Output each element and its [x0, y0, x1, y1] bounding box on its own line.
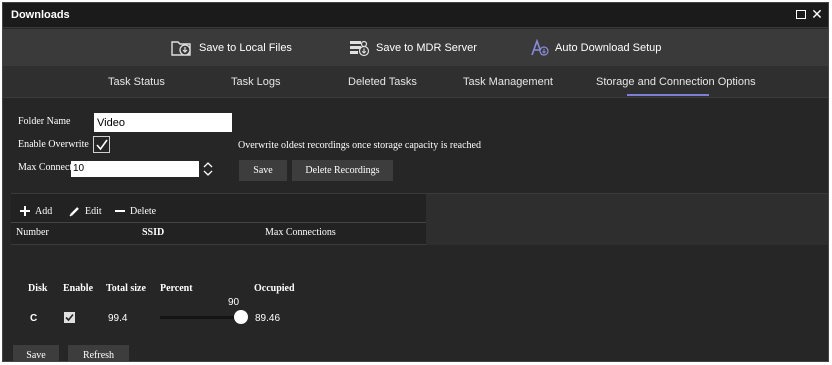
- delete-connection-button[interactable]: Delete: [114, 204, 156, 218]
- column-header-occupied: Occupied: [254, 283, 295, 294]
- add-label: Add: [35, 205, 53, 217]
- column-header-enable: Enable: [63, 283, 94, 294]
- percent-value-label: 90: [228, 297, 240, 308]
- percent-slider-track[interactable]: [160, 316, 236, 319]
- downloads-window: Downloads ✕ Save to Local Files Save to …: [2, 2, 829, 362]
- overwrite-note: Overwrite oldest recordings once storage…: [238, 140, 481, 151]
- active-tab-indicator: [627, 94, 709, 96]
- minus-icon: [115, 210, 125, 212]
- title-bar: Downloads ✕: [3, 3, 828, 28]
- connection-table-panel: [11, 193, 426, 245]
- column-header-ssid[interactable]: SSID: [142, 227, 164, 238]
- column-header-max-connections[interactable]: Max Connections: [265, 227, 336, 238]
- auto-download-icon: [531, 39, 549, 56]
- close-button[interactable]: ✕: [809, 7, 825, 23]
- percent-slider-fill: [160, 316, 236, 319]
- divider: [11, 222, 426, 223]
- delete-label: Delete: [130, 205, 157, 217]
- save-to-local-files-button[interactable]: Save to Local Files: [170, 37, 292, 59]
- column-header-disk: Disk: [28, 283, 48, 294]
- max-connections-input[interactable]: 10: [71, 161, 199, 177]
- enable-overwrite-checkbox[interactable]: [93, 136, 110, 153]
- plus-icon: [20, 206, 30, 216]
- edit-connection-button[interactable]: Edit: [69, 204, 102, 218]
- divider: [11, 244, 426, 245]
- column-header-percent: Percent: [160, 283, 193, 294]
- checkmark-icon: [65, 313, 74, 322]
- column-header-number[interactable]: Number: [16, 227, 49, 238]
- folder-download-icon: [171, 41, 191, 56]
- tab-storage-and-connection-options[interactable]: Storage and Connection Options: [596, 76, 756, 88]
- pencil-icon: [69, 207, 79, 217]
- maximize-button[interactable]: [793, 7, 809, 23]
- delete-recordings-button[interactable]: Delete Recordings: [292, 160, 393, 181]
- save-to-local-files-label: Save to Local Files: [199, 42, 292, 54]
- tab-task-management[interactable]: Task Management: [463, 76, 553, 88]
- action-bar: Save to Local Files Save to MDR Server A…: [3, 29, 828, 66]
- tab-task-logs[interactable]: Task Logs: [231, 76, 281, 88]
- disk-total-size: 99.4: [108, 313, 128, 324]
- auto-download-setup-label: Auto Download Setup: [555, 42, 662, 54]
- window-title: Downloads: [11, 9, 70, 21]
- server-download-icon: [350, 40, 370, 57]
- refresh-button[interactable]: Refresh: [68, 345, 129, 361]
- maximize-icon: [796, 10, 806, 19]
- folder-name-input[interactable]: [94, 113, 232, 132]
- folder-name-label: Folder Name: [18, 116, 71, 127]
- save-button[interactable]: Save: [13, 345, 59, 361]
- auto-download-setup-button[interactable]: Auto Download Setup: [530, 37, 661, 59]
- tab-task-status[interactable]: Task Status: [108, 76, 165, 88]
- connection-side-panel: [426, 193, 828, 245]
- percent-slider-handle[interactable]: [234, 310, 248, 324]
- column-header-total-size: Total size: [106, 283, 146, 294]
- tab-bar: Task Status Task Logs Deleted Tasks Task…: [3, 66, 828, 98]
- tab-deleted-tasks[interactable]: Deleted Tasks: [348, 76, 417, 88]
- max-connections-stepper[interactable]: [201, 159, 215, 179]
- enable-overwrite-label: Enable Overwrite: [18, 139, 89, 150]
- save-to-mdr-server-button[interactable]: Save to MDR Server: [349, 37, 477, 59]
- save-settings-button[interactable]: Save: [239, 160, 287, 181]
- checkmark-icon: [96, 139, 108, 151]
- stepper-icon: [203, 162, 213, 176]
- disk-enable-checkbox[interactable]: [64, 312, 75, 323]
- save-to-mdr-server-label: Save to MDR Server: [376, 42, 477, 54]
- add-connection-button[interactable]: Add: [19, 204, 52, 218]
- edit-label: Edit: [85, 205, 102, 217]
- disk-name: C: [30, 313, 38, 324]
- disk-occupied: 89.46: [255, 313, 281, 324]
- close-icon: ✕: [811, 7, 823, 23]
